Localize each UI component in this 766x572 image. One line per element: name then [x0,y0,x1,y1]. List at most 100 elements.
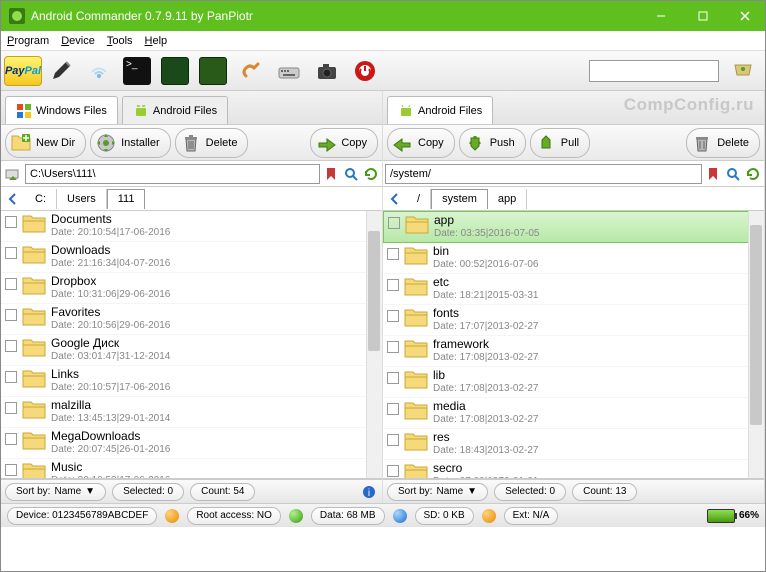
menu-device[interactable]: Device [61,35,95,47]
checkbox[interactable] [387,248,399,260]
delete-button-right[interactable]: Delete [686,128,760,158]
chip-icon[interactable] [157,54,193,88]
paint-icon[interactable] [233,54,269,88]
checkbox[interactable] [5,464,17,476]
wifi-icon[interactable] [81,54,117,88]
left-filelist[interactable]: DocumentsDate: 20:10:54|17-06-2016Downlo… [1,211,382,479]
list-item[interactable]: malzillaDate: 13:45:13|29-01-2014 [1,397,382,428]
cart-icon[interactable] [725,54,761,88]
copy-button-left[interactable]: Copy [310,128,378,158]
file-date: Date: 20:10:57|17-06-2016 [51,381,378,394]
list-item[interactable]: etcDate: 18:21|2015-03-31 [383,274,764,305]
menu-program[interactable]: Program [7,35,49,47]
push-button[interactable]: Push [459,128,526,158]
sort-dropdown[interactable]: Sort by:Name▼ [5,483,106,501]
edit-icon[interactable] [43,54,79,88]
list-item[interactable]: binDate: 00:52|2016-07-06 [383,243,764,274]
right-path-input[interactable] [385,164,702,184]
tab-android-files-left[interactable]: Android Files [122,96,228,124]
crumb-system[interactable]: system [431,189,488,209]
list-item[interactable]: FavoritesDate: 20:10:56|29-06-2016 [1,304,382,335]
paypal-button[interactable]: PayPal [5,54,41,88]
tab-android-files-right[interactable]: Android Files [387,96,493,124]
list-item[interactable]: fontsDate: 17:07|2013-02-27 [383,305,764,336]
file-date: Date: 17:08|2013-02-27 [433,413,760,426]
keyboard-icon[interactable] [271,54,307,88]
list-item[interactable]: DropboxDate: 10:31:06|29-06-2016 [1,273,382,304]
bookmark-icon[interactable] [704,165,722,183]
search-icon[interactable] [342,165,360,183]
menubar: Program Device Tools Help [1,31,765,51]
checkbox[interactable] [5,309,17,321]
delete-button-left[interactable]: Delete [175,128,249,158]
checkbox[interactable] [5,402,17,414]
sort-dropdown[interactable]: Sort by:Name▼ [387,483,488,501]
refresh-icon[interactable] [362,165,380,183]
list-item[interactable]: MegaDownloadsDate: 20:07:45|26-01-2016 [1,428,382,459]
crumb-app[interactable]: app [488,189,527,209]
list-item[interactable]: Google ДискDate: 03:01:47|31-12-2014 [1,335,382,366]
list-item[interactable]: DocumentsDate: 20:10:54|17-06-2016 [1,211,382,242]
file-date: Date: 03:35|2016-07-05 [434,227,759,240]
total-count: Count: 54 [190,483,255,501]
list-item[interactable]: LinksDate: 20:10:57|17-06-2016 [1,366,382,397]
drive-dropdown-icon[interactable] [3,164,23,184]
list-item[interactable]: mediaDate: 17:08|2013-02-27 [383,398,764,429]
checkbox[interactable] [387,372,399,384]
list-item[interactable]: frameworkDate: 17:08|2013-02-27 [383,336,764,367]
list-item[interactable]: resDate: 18:43|2013-02-27 [383,429,764,460]
crumb-111[interactable]: 111 [107,189,146,209]
chip2-icon[interactable] [195,54,231,88]
right-filelist[interactable]: appDate: 03:35|2016-07-05binDate: 00:52|… [383,211,764,479]
battery-pct: 66% [739,510,759,521]
copy-button-right[interactable]: Copy [387,128,455,158]
search-input[interactable] [589,60,719,82]
newdir-button[interactable]: New Dir [5,128,86,158]
file-name: Music [51,461,378,474]
refresh-icon[interactable] [744,165,762,183]
file-date: Date: 20:10:54|17-06-2016 [51,226,378,239]
list-item[interactable]: appDate: 03:35|2016-07-05 [383,211,764,243]
checkbox[interactable] [388,217,400,229]
crumb-users[interactable]: Users [57,189,107,209]
right-breadcrumb: / system app [383,187,764,211]
checkbox[interactable] [5,278,17,290]
crumb-root[interactable]: / [407,189,431,209]
checkbox[interactable] [387,465,399,477]
checkbox[interactable] [387,279,399,291]
tab-windows-files[interactable]: Windows Files [5,96,118,124]
checkbox[interactable] [387,434,399,446]
checkbox[interactable] [5,433,17,445]
installer-button[interactable]: Installer [90,128,171,158]
minimize-button[interactable] [649,4,673,28]
checkbox[interactable] [387,403,399,415]
terminal-icon[interactable]: >_ [119,54,155,88]
back-button[interactable] [383,189,407,209]
search-icon[interactable] [724,165,742,183]
checkbox[interactable] [5,371,17,383]
list-item[interactable]: DownloadsDate: 21:16:34|04-07-2016 [1,242,382,273]
list-item[interactable]: libDate: 17:08|2013-02-27 [383,367,764,398]
bookmark-icon[interactable] [322,165,340,183]
list-item[interactable]: MusicDate: 20:10:53|17-06-2016 [1,459,382,479]
maximize-button[interactable] [691,4,715,28]
menu-tools[interactable]: Tools [107,35,133,47]
battery-icon [707,509,735,523]
list-item[interactable]: secroDate: 07:00|1970-01-01 [383,460,764,479]
checkbox[interactable] [387,310,399,322]
checkbox[interactable] [5,247,17,259]
back-button[interactable] [1,189,25,209]
left-path-input[interactable] [25,164,320,184]
crumb-c[interactable]: C: [25,189,57,209]
info-icon[interactable]: i [360,483,378,501]
pull-button[interactable]: Pull [530,128,590,158]
file-name: fonts [433,307,760,320]
camera-icon[interactable] [309,54,345,88]
file-date: Date: 00:52|2016-07-06 [433,258,760,271]
close-button[interactable] [733,4,757,28]
menu-help[interactable]: Help [145,35,168,47]
power-icon[interactable] [347,54,383,88]
checkbox[interactable] [387,341,399,353]
checkbox[interactable] [5,340,17,352]
checkbox[interactable] [5,216,17,228]
